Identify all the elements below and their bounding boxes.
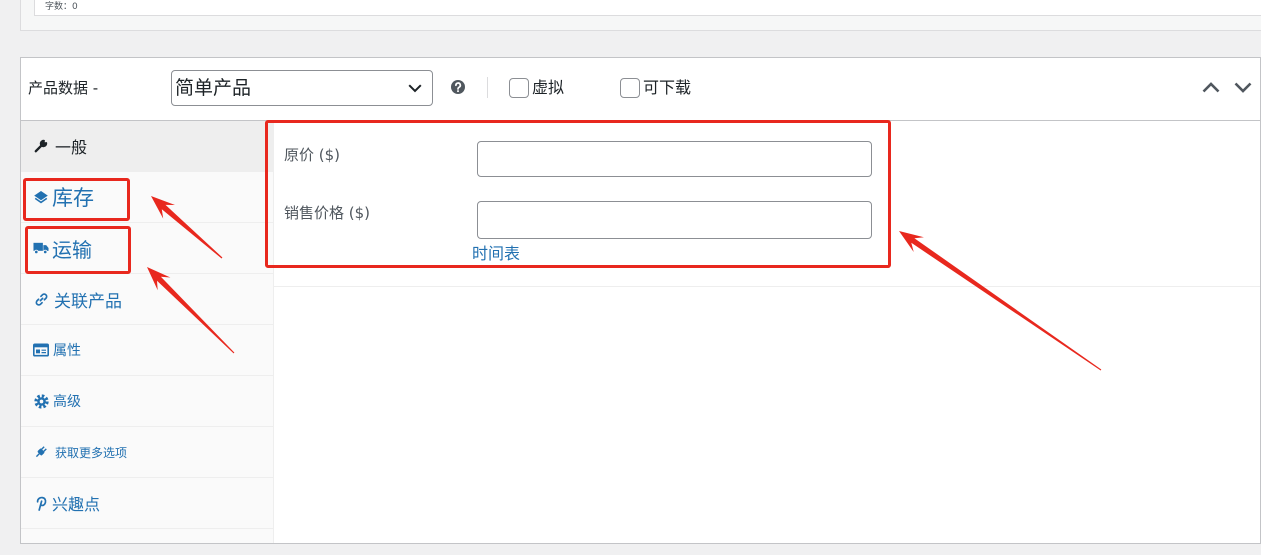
- regular-price-input[interactable]: [477, 141, 872, 177]
- schedule-link[interactable]: 时间表: [472, 243, 520, 265]
- help-icon[interactable]: [451, 80, 465, 94]
- header-separator: [487, 77, 488, 98]
- tab-linked-products[interactable]: 关联产品: [21, 274, 273, 325]
- tab-attributes[interactable]: 属性: [21, 325, 273, 376]
- tab-label: 库存: [52, 186, 94, 210]
- downloadable-label[interactable]: 可下载: [643, 77, 691, 99]
- tab-label: 运输: [52, 237, 92, 262]
- product-data-panel: 产品数据 - 简单产品 虚拟 可下载 一般 库存 运输 关联产品 属性 高级 获…: [20, 57, 1261, 544]
- link-icon: [33, 291, 49, 307]
- sale-price-label: 销售价格 ($): [284, 204, 371, 222]
- pinterest-icon: [33, 495, 49, 511]
- virtual-label[interactable]: 虚拟: [532, 77, 564, 99]
- chevron-down-icon: [408, 84, 422, 93]
- attributes-icon: [33, 342, 49, 358]
- sale-price-input[interactable]: [477, 201, 872, 239]
- chevron-down-icon[interactable]: [1234, 82, 1252, 94]
- tab-label: 一般: [55, 138, 88, 157]
- product-type-select[interactable]: 简单产品: [171, 70, 433, 106]
- chevron-up-icon[interactable]: [1202, 81, 1220, 93]
- product-type-value: 简单产品: [175, 77, 252, 99]
- tab-get-more-options[interactable]: 获取更多选项: [21, 427, 273, 478]
- product-data-header: 产品数据 - 简单产品 虚拟 可下载: [21, 58, 1260, 121]
- gear-icon: [33, 393, 49, 409]
- tab-label: 高级: [53, 394, 81, 410]
- word-count: 字数：0: [45, 2, 78, 12]
- tab-advanced[interactable]: 高级: [21, 376, 273, 427]
- virtual-checkbox[interactable]: [509, 78, 529, 98]
- inventory-icon: [33, 189, 49, 205]
- tab-label: 获取更多选项: [55, 445, 128, 460]
- truck-icon: [33, 240, 49, 256]
- tab-label: 关联产品: [54, 291, 122, 312]
- wrench-icon: [33, 138, 49, 154]
- plug-icon: [33, 444, 49, 460]
- tab-inventory[interactable]: 库存: [21, 172, 273, 223]
- tab-shipping[interactable]: 运输: [21, 223, 273, 274]
- tab-label: 属性: [53, 343, 81, 359]
- tab-label: 兴趣点: [52, 495, 101, 514]
- product-data-tabs: 一般 库存 运输 关联产品 属性 高级 获取更多选项 兴趣点: [21, 121, 274, 543]
- word-count-bar: 字数：0: [34, 0, 1261, 16]
- downloadable-checkbox[interactable]: [620, 78, 640, 98]
- regular-price-label: 原价 ($): [284, 146, 341, 164]
- tab-pinterest[interactable]: 兴趣点: [21, 478, 273, 529]
- options-group-divider: [274, 286, 1260, 287]
- editor-footer: 字数：0: [20, 0, 1261, 31]
- tab-general[interactable]: 一般: [21, 121, 273, 172]
- product-data-title: 产品数据 -: [28, 79, 99, 97]
